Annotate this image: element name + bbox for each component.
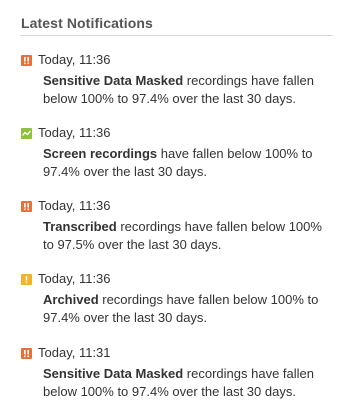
critical-alert-icon (21, 347, 32, 359)
notification-subject: Transcribed (43, 219, 117, 234)
notification-item[interactable]: Today, 11:36 Archived recordings have fa… (21, 271, 333, 327)
notification-item[interactable]: Today, 11:36 Sensitive Data Masked recor… (21, 52, 333, 108)
notification-item[interactable]: Today, 11:31 Sensitive Data Masked recor… (21, 345, 333, 401)
notification-subject: Sensitive Data Masked (43, 366, 184, 381)
notification-subject: Screen recordings (43, 146, 158, 161)
notification-time: Today, 11:36 (38, 125, 111, 140)
notifications-panel: Latest Notifications Today, 11:36 Sensit… (0, 0, 341, 402)
critical-alert-icon (21, 54, 32, 66)
notification-message: Archived recordings have fallen below 10… (43, 291, 333, 327)
notification-time: Today, 11:31 (38, 345, 111, 360)
notification-message: Sensitive Data Masked recordings have fa… (43, 365, 333, 401)
notification-message: Screen recordings have fallen below 100%… (43, 145, 333, 181)
warning-icon (21, 273, 32, 285)
critical-alert-icon (21, 200, 32, 212)
panel-title: Latest Notifications (21, 15, 153, 31)
notification-item[interactable]: Today, 11:36 Screen recordings have fall… (21, 125, 333, 181)
notification-subject: Archived (43, 292, 99, 307)
notification-time: Today, 11:36 (38, 271, 111, 286)
notification-time: Today, 11:36 (38, 52, 111, 67)
panel-divider (20, 35, 333, 36)
trend-icon (21, 127, 32, 139)
notification-item[interactable]: Today, 11:36 Transcribed recordings have… (21, 198, 333, 254)
notification-time: Today, 11:36 (38, 198, 111, 213)
notification-message: Sensitive Data Masked recordings have fa… (43, 72, 333, 108)
notification-message: Transcribed recordings have fallen below… (43, 218, 333, 254)
notification-subject: Sensitive Data Masked (43, 73, 184, 88)
